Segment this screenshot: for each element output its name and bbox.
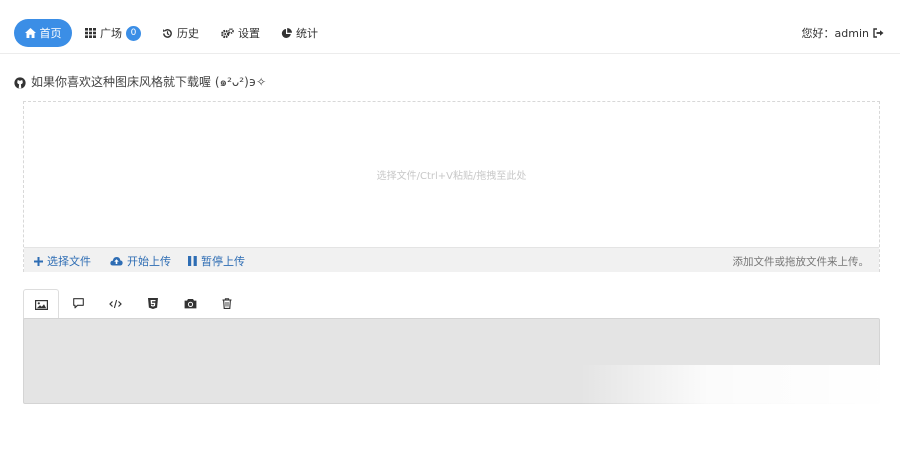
drop-zone[interactable]: 选择文件/Ctrl+V粘贴/拖拽至此处 xyxy=(24,102,879,247)
pause-upload-label: 暂停上传 xyxy=(201,255,245,268)
nav-home[interactable]: 首页 xyxy=(14,19,72,47)
upload-hint: 添加文件或拖放文件来上传。 xyxy=(732,256,870,268)
nav-square[interactable]: 广场 0 xyxy=(85,19,141,47)
gears-icon xyxy=(221,27,234,38)
github-icon xyxy=(14,76,26,89)
square-count-badge: 0 xyxy=(126,25,141,41)
nav-history-label: 历史 xyxy=(177,27,199,40)
plus-icon xyxy=(34,256,43,266)
camera-icon xyxy=(184,299,196,309)
pause-icon xyxy=(188,256,197,266)
user-greeting: 您好：admin xyxy=(801,27,869,40)
choose-file-label: 选择文件 xyxy=(47,255,91,268)
html5-icon xyxy=(148,298,158,309)
result-tabs xyxy=(23,289,880,319)
grid-icon xyxy=(85,28,96,38)
home-icon xyxy=(24,28,36,38)
pause-upload-button[interactable]: 暂停上传 xyxy=(188,253,245,269)
start-upload-label: 开始上传 xyxy=(127,255,171,268)
file-uploader: 选择文件/Ctrl+V粘贴/拖拽至此处 选择文件 开始上传 暂停上传 添加文件或… xyxy=(23,101,880,272)
choose-file-button[interactable]: 选择文件 xyxy=(34,253,91,269)
result-output-panel[interactable] xyxy=(23,318,880,404)
drop-zone-placeholder: 选择文件/Ctrl+V粘贴/拖拽至此处 xyxy=(376,171,527,182)
comment-icon xyxy=(72,298,84,309)
code-icon xyxy=(108,299,122,308)
nav-stats-label: 统计 xyxy=(296,27,318,40)
history-icon xyxy=(163,28,172,38)
start-upload-button[interactable]: 开始上传 xyxy=(110,253,171,269)
tab-html[interactable] xyxy=(135,289,171,318)
tab-camera[interactable] xyxy=(172,289,208,318)
trash-icon xyxy=(222,298,232,309)
image-icon xyxy=(34,299,48,310)
top-navbar: 首页 广场 0 历史 设置 统计 您好：admin xyxy=(0,0,900,54)
pie-chart-icon xyxy=(281,27,292,38)
nav-settings[interactable]: 设置 xyxy=(221,19,260,47)
tab-delete[interactable] xyxy=(209,289,245,318)
logout-icon[interactable] xyxy=(873,28,884,38)
download-tip-text: 如果你喜欢这种图床风格就下载喔 (๑²ᴗ²)϶✧ xyxy=(31,75,267,89)
nav-history[interactable]: 历史 xyxy=(162,19,199,47)
tab-image[interactable] xyxy=(23,289,59,319)
tab-code[interactable] xyxy=(97,289,133,318)
nav-home-label: 首页 xyxy=(39,27,62,40)
nav-settings-label: 设置 xyxy=(238,27,260,40)
tab-comment[interactable] xyxy=(60,289,96,318)
cloud-upload-icon xyxy=(110,257,123,266)
download-tip[interactable]: 如果你喜欢这种图床风格就下载喔 (๑²ᴗ²)϶✧ xyxy=(14,73,266,92)
user-menu[interactable]: 您好：admin xyxy=(802,25,884,41)
nav-square-label: 广场 xyxy=(100,27,122,40)
upload-toolbar: 选择文件 开始上传 暂停上传 添加文件或拖放文件来上传。 xyxy=(24,247,879,272)
nav-stats[interactable]: 统计 xyxy=(281,19,318,47)
